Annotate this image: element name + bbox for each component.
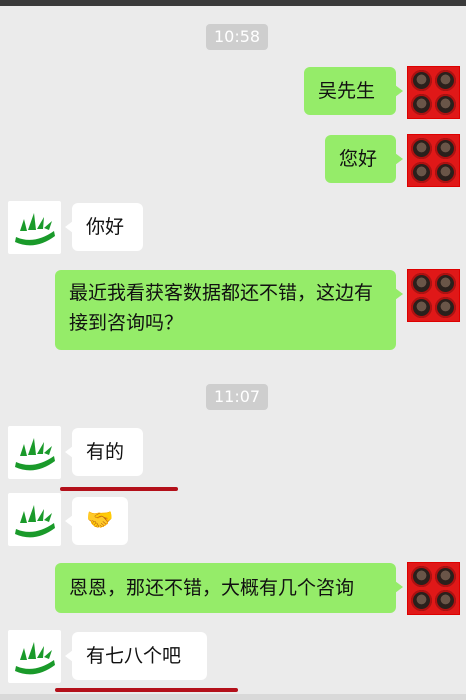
my-avatar[interactable] <box>407 66 460 119</box>
message-bubble-received[interactable]: 🤝 <box>65 497 128 545</box>
my-avatar[interactable] <box>407 562 460 615</box>
bottom-strip <box>0 694 466 700</box>
contact-avatar[interactable] <box>8 426 61 479</box>
grass-logo-icon <box>15 438 55 471</box>
contact-avatar[interactable] <box>8 630 61 683</box>
timestamp: 10:58 <box>206 24 269 50</box>
my-avatar[interactable] <box>407 269 460 322</box>
red-underline-annotation <box>55 688 238 692</box>
red-underline-annotation <box>60 487 178 491</box>
message-bubble-sent[interactable]: 吴先生 <box>304 67 403 115</box>
message-bubble-received[interactable]: 有的 <box>65 428 143 476</box>
grass-logo-icon <box>15 642 55 675</box>
handshake-icon: 🤝 <box>86 508 114 533</box>
contact-avatar[interactable] <box>8 201 61 254</box>
my-avatar[interactable] <box>407 134 460 187</box>
status-strip <box>0 0 466 6</box>
message-bubble-sent[interactable]: 您好 <box>325 135 403 183</box>
message-bubble-received[interactable]: 你好 <box>65 203 143 251</box>
contact-avatar[interactable] <box>8 493 61 546</box>
grass-logo-icon <box>15 505 55 538</box>
grass-logo-icon <box>15 213 55 246</box>
message-bubble-received[interactable]: 有七八个吧 <box>65 632 207 680</box>
timestamp: 11:07 <box>206 384 269 410</box>
message-bubble-sent[interactable]: 恩恩，那还不错，大概有几个咨询 <box>55 563 403 613</box>
message-bubble-sent[interactable]: 最近我看获客数据都还不错，这边有接到咨询吗？ <box>55 270 403 350</box>
